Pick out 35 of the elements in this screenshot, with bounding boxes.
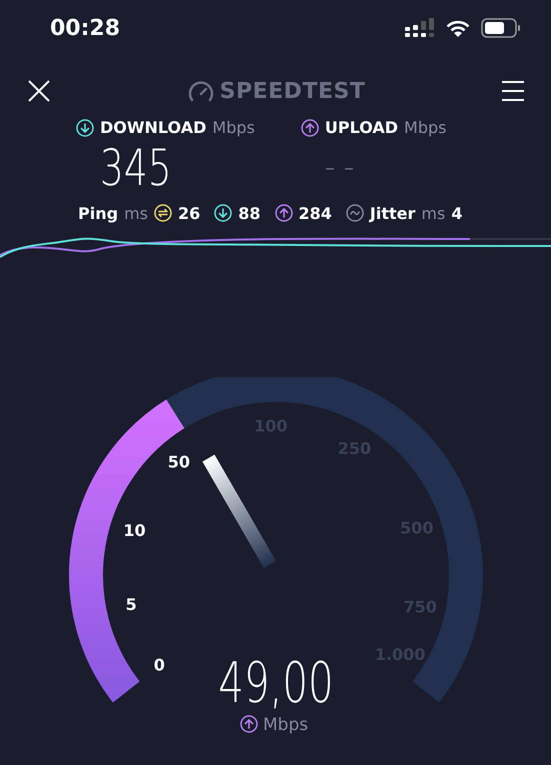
ping-unit: ms [124,204,148,222]
battery-icon [481,18,521,38]
ping-value: 26 [178,204,200,222]
app-logo: SPEEDTEST [220,78,366,104]
status-time: 00:28 [50,16,120,40]
jitter-value: 4 [451,204,462,222]
jitter-icon [346,204,364,222]
upload-label: UPLOAD [324,118,398,137]
gauge-tick-label: 10 [123,521,146,540]
upload-icon [274,204,293,222]
download-icon [214,204,232,222]
download-label: DOWNLOAD [100,118,206,137]
upload-icon [240,715,258,733]
wifi-icon [445,18,471,38]
gauge-tick-label: 5 [126,595,137,614]
upload-icon [300,118,319,136]
download-unit: Mbps [212,118,255,137]
speed-value: 49,00 [218,650,334,716]
ping-upload-value: 284 [298,204,332,222]
signal-icon [405,18,435,38]
upload-value: – – [324,152,356,185]
jitter-unit: ms [421,204,446,222]
download-icon [76,118,94,136]
gauge-tick-label: 0 [154,656,165,674]
gauge-icon [188,80,214,102]
speed-unit: Mbps [263,715,308,735]
menu-icon[interactable] [501,80,525,102]
gauge-tick-label: 50 [168,452,190,472]
jitter-label: Jitter [370,204,416,222]
upload-unit: Mbps [404,118,446,137]
ping-label: Ping [78,204,118,222]
ping-download-value: 88 [238,204,261,222]
ping-icon [154,204,172,222]
download-value: 345 [100,138,172,199]
close-icon[interactable] [26,78,52,104]
